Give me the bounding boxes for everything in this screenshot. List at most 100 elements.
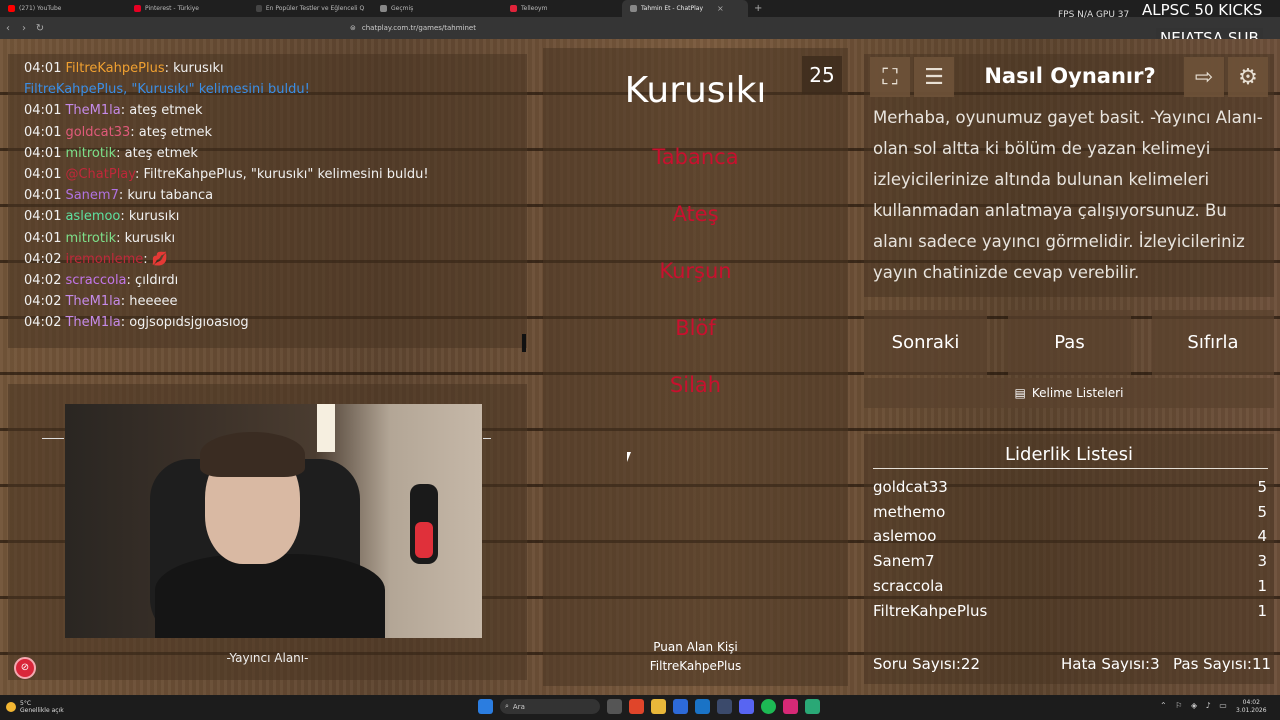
chat-username[interactable]: mitrotik [65, 146, 116, 161]
tab-label: Geçmiş [391, 5, 414, 12]
document-icon[interactable]: ☰ [914, 57, 954, 97]
tab-favicon-icon [510, 5, 517, 12]
tab-label: Pinterest - Türkiye [145, 5, 199, 12]
taskbar-search[interactable]: ⌕ Ara [500, 699, 600, 714]
chat-username[interactable]: scraccola [65, 273, 126, 288]
browser-tab[interactable]: Telleoym [502, 0, 622, 17]
gear-icon[interactable]: ⚙ [1228, 57, 1268, 97]
tab-label: (271) YouTube [19, 5, 62, 12]
chat-timestamp: 04:01 [24, 188, 62, 204]
chat-username[interactable]: goldcat33 [65, 125, 130, 140]
chat-text: : ateş etmek [130, 124, 213, 140]
url-text: chatplay.com.tr/games/tahminet [361, 24, 476, 32]
leaderboard-score: 5 [1257, 502, 1267, 521]
chat-username[interactable]: TheM1la [65, 103, 120, 118]
chat-username[interactable]: FiltreKahpePlus [65, 61, 164, 76]
leaderboard-player: FiltreKahpePlus [873, 601, 988, 620]
fullscreen-icon[interactable]: ⛶ [870, 57, 910, 97]
microphone-light-shape [415, 522, 433, 558]
chat-timestamp: 04:01 [24, 145, 62, 161]
browser-tab[interactable]: Geçmiş [372, 0, 502, 17]
how-to-play-title: Nasıl Oynanır? [984, 64, 1156, 88]
close-tab-icon[interactable]: × [717, 4, 724, 13]
file-explorer-icon[interactable] [651, 699, 666, 714]
new-tab-icon[interactable]: + [754, 3, 762, 14]
webcam-feed [65, 404, 482, 638]
chat-text: : kurusıkı [116, 230, 176, 246]
browser-tab[interactable]: (271) YouTube [0, 0, 126, 17]
discord-icon[interactable] [739, 699, 754, 714]
chat-username[interactable]: @ChatPlay [65, 167, 135, 182]
tab-favicon-icon [256, 5, 262, 12]
exit-icon[interactable]: ⇨ [1184, 57, 1224, 97]
question-count: Soru Sayısı:22 [873, 655, 981, 673]
chat-message: 04:02 TheM1la: ogjsopıdsjgıoasıog [24, 312, 511, 333]
leaderboard-row: goldcat33 5 [873, 478, 1267, 496]
windows-start-icon[interactable] [478, 699, 493, 714]
url-field[interactable]: ⊜ chatplay.com.tr/games/tahminet [350, 21, 910, 35]
pass-count: Pas Sayısı:11 [1173, 655, 1272, 673]
browser-tab[interactable]: Pinterest - Türkiye [126, 0, 248, 17]
chat-text: : çıldırdı [126, 273, 179, 289]
site-info-icon[interactable]: ⊜ [350, 24, 356, 32]
chat-message: 04:02 scraccola: çıldırdı [24, 270, 511, 291]
divider [873, 468, 1268, 469]
next-button[interactable]: Sonraki [864, 310, 987, 375]
instagram-icon[interactable] [783, 699, 798, 714]
chat-message: 04:01 mitrotik: kurusıkı [24, 228, 511, 249]
search-icon: ⌕ [505, 702, 509, 710]
store-icon[interactable] [695, 699, 710, 714]
chat-message: 04:01 goldcat33: ateş etmek [24, 122, 511, 143]
forward-icon[interactable]: › [16, 23, 32, 34]
leaderboard-row: aslemoo 4 [873, 527, 1267, 545]
taskbar: 5°C Genellikle açık ⌕ Ara ⌃ ⚐ ◈ ♪ ▭ 04:0… [0, 695, 1280, 720]
chat-username[interactable]: TheM1la [65, 315, 120, 330]
clock-time: 04:02 [1242, 699, 1260, 706]
chat-system-text: FiltreKahpePlus, "Kurusıkı" kelimesini b… [24, 82, 310, 98]
steam-icon[interactable] [717, 699, 732, 714]
system-tray[interactable]: ⌃ ⚐ ◈ ♪ ▭ [1160, 701, 1230, 710]
divider [42, 438, 64, 439]
chat-username[interactable]: mitrotik [65, 231, 116, 246]
chat-username[interactable]: TheM1la [65, 294, 120, 309]
back-icon[interactable]: ‹ [0, 23, 16, 34]
word-lists-button[interactable]: ▤ Kelime Listeleri [864, 378, 1274, 408]
browser-tab[interactable]: Tahmin Et - ChatPlay × [622, 0, 748, 17]
chat-timestamp: 04:01 [24, 124, 62, 140]
edge-icon[interactable] [673, 699, 688, 714]
taskbar-search-label: Ara [512, 702, 525, 711]
chat-username[interactable]: iremonleme [65, 252, 143, 267]
reload-icon[interactable]: ↻ [32, 23, 48, 34]
task-view-icon[interactable] [607, 699, 622, 714]
chat-message: FiltreKahpePlus, "Kurusıkı" kelimesini b… [24, 79, 511, 100]
scorer-name: FiltreKahpePlus [649, 659, 742, 673]
mouse-cursor-icon [627, 452, 631, 462]
reset-button[interactable]: Sıfırla [1152, 310, 1274, 375]
brave-browser-icon[interactable] [629, 699, 644, 714]
chat-scrollbar[interactable] [522, 334, 526, 352]
forbidden-word: Blöf [675, 316, 716, 340]
weather-desc: Genellikle açık [20, 707, 64, 714]
chat-panel: 04:01 FiltreKahpePlus : kurusıkı FiltreKahp… [8, 54, 527, 348]
stream-goal-title: ALPSC 50 KICKS [1142, 1, 1263, 19]
spotify-icon[interactable] [761, 699, 776, 714]
streamer-area-label: -Yayıncı Alanı- [226, 651, 309, 665]
person-body-shape [155, 554, 385, 638]
chat-timestamp: 04:02 [24, 251, 62, 267]
chat-username[interactable]: Sanem7 [65, 188, 118, 203]
leaderboard-row: Sanem7 3 [873, 552, 1267, 570]
record-icon[interactable]: ⊘ [14, 657, 36, 679]
lamp-shape [317, 404, 335, 452]
chat-text: : kurusıkı [120, 209, 180, 225]
leaderboard-row: scraccola 1 [873, 577, 1267, 595]
tab-favicon-icon [380, 5, 387, 12]
browser-tab[interactable]: En Popüler Testler ve Eğlenceli Quizle..… [248, 0, 372, 17]
chat-message: 04:01 TheM1la: ateş etmek [24, 100, 511, 121]
pass-button[interactable]: Pas [1008, 310, 1131, 375]
chat-timestamp: 04:02 [24, 315, 62, 331]
chat-username[interactable]: aslemoo [65, 209, 120, 224]
clock[interactable]: 04:02 3.01.2026 [1236, 699, 1267, 715]
weather-widget[interactable]: 5°C Genellikle açık [6, 700, 64, 714]
app-icon[interactable] [805, 699, 820, 714]
divider [483, 438, 491, 439]
